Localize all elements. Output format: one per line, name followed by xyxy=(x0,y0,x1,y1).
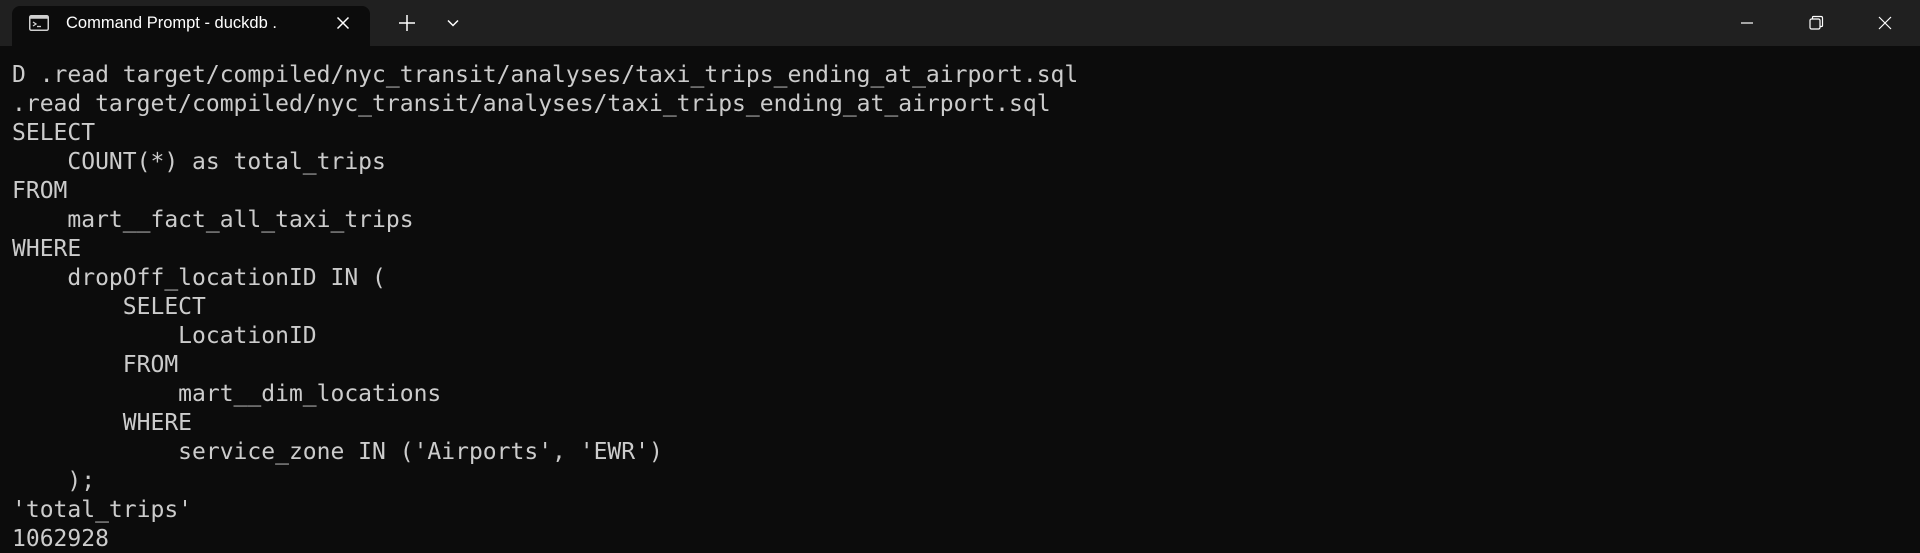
terminal-line: dropOff_locationID IN ( xyxy=(12,265,386,291)
terminal-line: ); xyxy=(12,468,96,494)
minimize-icon[interactable] xyxy=(1724,6,1770,40)
terminal-line: 1062928 xyxy=(12,526,109,551)
chevron-down-icon[interactable] xyxy=(440,10,466,36)
terminal-line: service_zone IN ('Airports', 'EWR') xyxy=(12,439,663,465)
terminal-line: 'total_trips' xyxy=(12,497,193,523)
terminal-line: WHERE xyxy=(12,410,193,436)
terminal-line: .read target/compiled/nyc_transit/analys… xyxy=(12,91,1051,117)
terminal-line: SELECT xyxy=(12,294,206,320)
terminal-line: SELECT xyxy=(12,120,96,146)
terminal-icon xyxy=(29,15,49,31)
terminal-line: mart__dim_locations xyxy=(12,381,442,407)
terminal-line: D .read target/compiled/nyc_transit/anal… xyxy=(12,62,1079,88)
restore-icon[interactable] xyxy=(1793,6,1839,40)
terminal-line: mart__fact_all_taxi_trips xyxy=(12,207,414,233)
close-icon[interactable] xyxy=(1862,6,1908,40)
terminal-line: LocationID xyxy=(12,323,317,349)
terminal-line: WHERE xyxy=(12,236,82,262)
tab-title: Command Prompt - duckdb . xyxy=(66,14,277,32)
terminal-line: COUNT(*) as total_trips xyxy=(12,149,386,175)
title-bar: Command Prompt - duckdb . xyxy=(0,0,1920,46)
terminal-window: Command Prompt - duckdb . D .read target… xyxy=(0,0,1920,553)
tab-command-prompt[interactable]: Command Prompt - duckdb . xyxy=(12,6,370,46)
terminal-output[interactable]: D .read target/compiled/nyc_transit/anal… xyxy=(12,61,1908,551)
terminal-line: FROM xyxy=(12,178,68,204)
terminal-line: FROM xyxy=(12,352,179,378)
plus-icon[interactable] xyxy=(394,10,420,36)
tab-close-icon[interactable] xyxy=(331,11,355,35)
